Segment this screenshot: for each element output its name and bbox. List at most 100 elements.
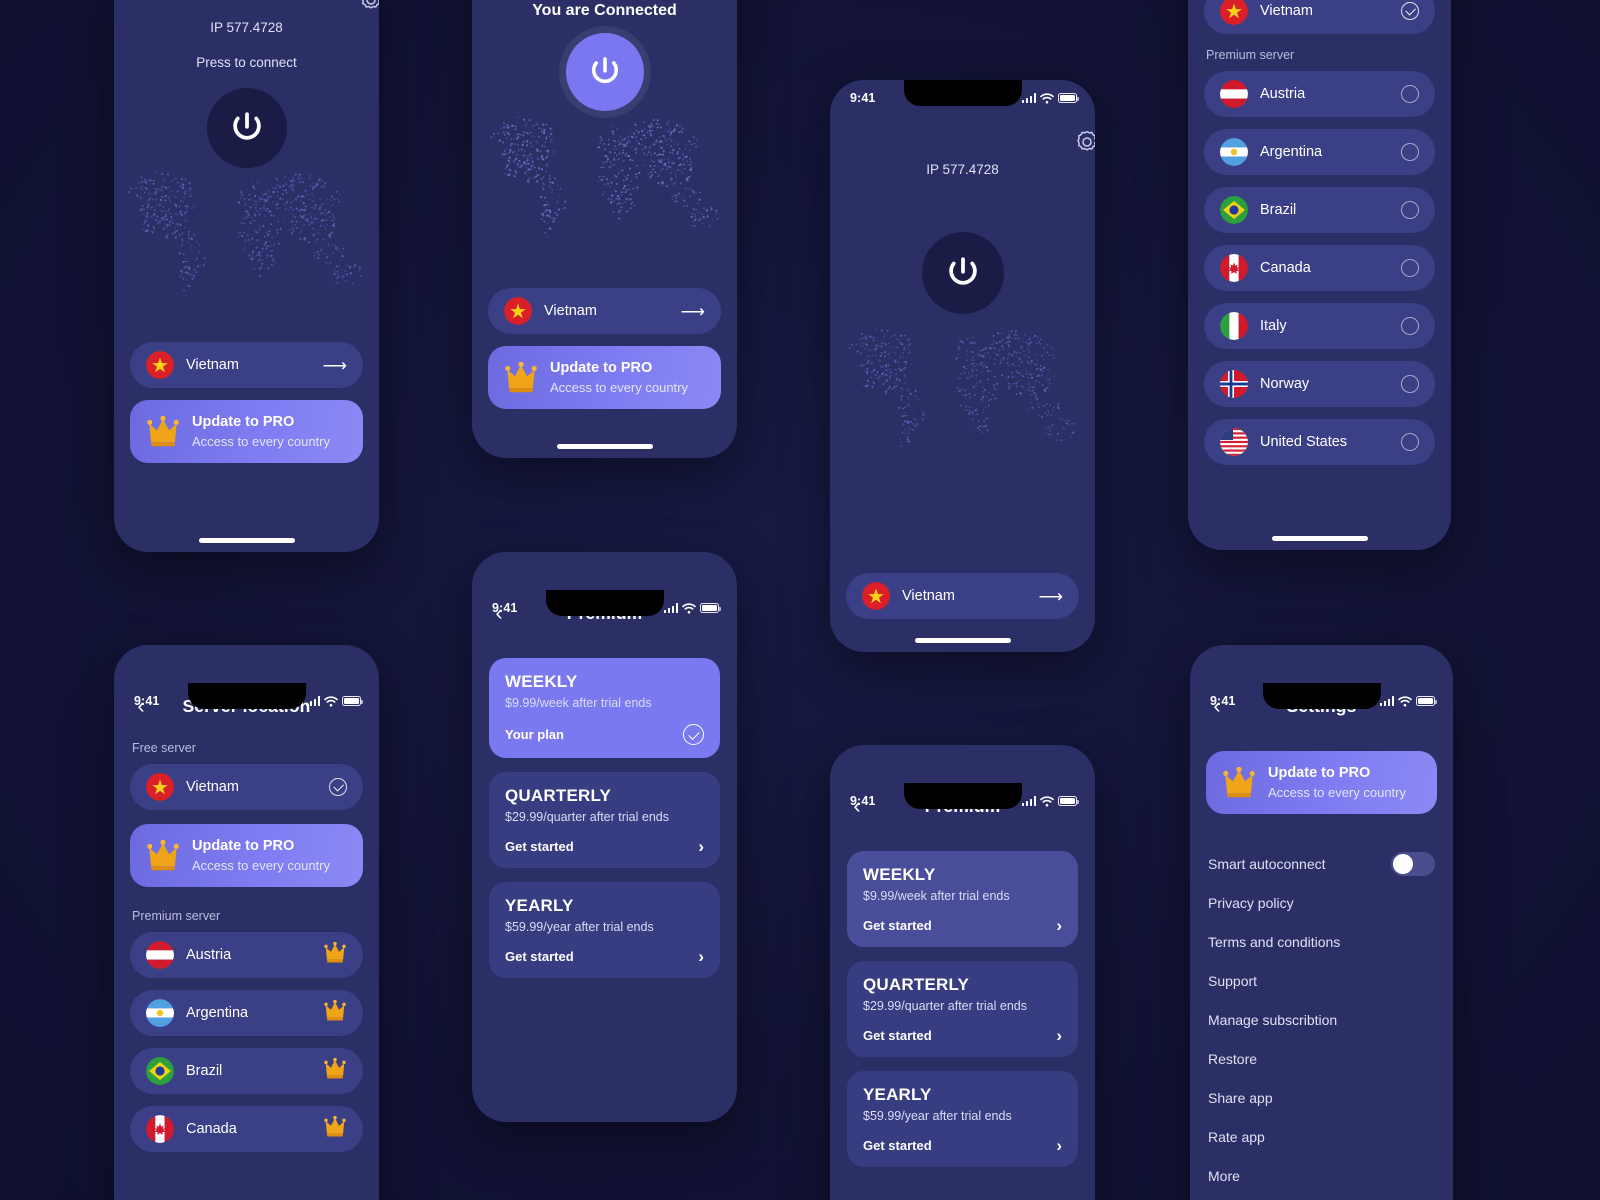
plan-price: $9.99/week after trial ends <box>505 696 652 710</box>
wifi-icon <box>324 695 338 706</box>
update-to-pro-banner[interactable]: Update to PRO Access to every country <box>130 824 363 888</box>
plan-cta[interactable]: Get started <box>863 1138 932 1153</box>
radio-check-icon[interactable] <box>1401 2 1419 20</box>
plan-card-quarterly[interactable]: QUARTERLY $29.99/quarter after trial ends… <box>489 772 720 868</box>
pro-title: Update to PRO <box>550 360 653 376</box>
home-indicator <box>1271 536 1368 541</box>
phone-premium-offers: 9:41 ‹ Premium WEEKLY$9.99/week after tr… <box>830 745 1095 1200</box>
server-row-vietnam[interactable]: Vietnam <box>130 764 363 810</box>
plan-card-yearly[interactable]: YEARLY $59.99/year after trial ends Get st… <box>489 882 720 978</box>
italy-flag-icon <box>1220 312 1248 340</box>
server-row-selected[interactable]: Vietnam <box>1204 0 1435 34</box>
status-time: 9:41 <box>134 694 160 708</box>
status-bar: 9:41 <box>114 683 379 713</box>
settings-item[interactable]: Restore <box>1190 1039 1453 1078</box>
chevron-right-icon: › <box>1056 1026 1062 1045</box>
radio-icon[interactable] <box>1401 201 1419 219</box>
radio-icon[interactable] <box>1401 433 1419 451</box>
plan-card-quarterly[interactable]: QUARTERLY $29.99/quarter after trial ends… <box>847 961 1078 1057</box>
check-circle-icon <box>683 724 704 745</box>
world-map-dots <box>127 171 362 296</box>
radio-icon[interactable] <box>1401 143 1419 161</box>
pro-title: Update to PRO <box>192 838 295 854</box>
server-row[interactable]: Canada <box>1204 245 1435 291</box>
settings-item[interactable]: Manage subscribtion <box>1190 1000 1453 1039</box>
settings-item[interactable]: Support <box>1190 961 1453 1000</box>
server-row[interactable]: Italy <box>1204 303 1435 349</box>
radio-icon[interactable] <box>1401 375 1419 393</box>
server-row[interactable]: Austria <box>1204 71 1435 117</box>
plan-card-yearly[interactable]: YEARLY $59.99/year after trial ends Get st… <box>847 1071 1078 1167</box>
phone-home-idle: 9:41 IP 577.4728 Vietnam ⟶ <box>830 80 1095 652</box>
setting-row-smart-autoconnect[interactable]: Smart autoconnect <box>1190 844 1453 883</box>
current-server-row[interactable]: Vietnam ⟶ <box>846 573 1079 619</box>
settings-list: Privacy policy Terms and conditions Suppor… <box>1190 883 1453 1195</box>
settings-item-label: Manage subscribtion <box>1208 1011 1338 1028</box>
settings-item[interactable]: More <box>1190 1156 1453 1195</box>
battery-icon <box>342 696 363 706</box>
status-time: 9:41 <box>492 601 518 615</box>
free-section-label: Free server <box>132 741 196 755</box>
power-button[interactable] <box>921 232 1004 314</box>
power-button[interactable] <box>565 33 644 111</box>
settings-item-label: Privacy policy <box>1208 894 1294 911</box>
update-to-pro-banner[interactable]: Update to PRO Access to every country <box>488 346 721 410</box>
cellular-signal-icon <box>1021 796 1036 806</box>
radio-icon[interactable] <box>1401 85 1419 103</box>
current-server-row[interactable]: Vietnam ⟶ <box>130 342 363 388</box>
server-name: Brazil <box>186 1063 223 1080</box>
smart-autoconnect-toggle[interactable] <box>1391 851 1435 876</box>
plan-name: WEEKLY <box>505 672 578 691</box>
austria-flag-icon <box>146 941 174 969</box>
vietnam-flag-icon <box>1220 0 1248 25</box>
server-row[interactable]: Brazil <box>130 1048 363 1095</box>
crown-icon <box>505 362 537 393</box>
server-row[interactable]: Austria <box>130 932 363 979</box>
server-row[interactable]: Argentina <box>1204 129 1435 175</box>
server-row[interactable]: United States <box>1204 419 1435 465</box>
server-row[interactable]: Argentina <box>130 990 363 1037</box>
radio-icon[interactable] <box>1401 259 1419 277</box>
update-to-pro-banner[interactable]: Update to PRO Access to every country <box>1206 751 1437 815</box>
current-server-row[interactable]: Vietnam ⟶ <box>488 288 721 334</box>
plan-cta[interactable]: Your plan <box>505 727 564 742</box>
server-row[interactable]: Canada <box>130 1106 363 1153</box>
wifi-icon <box>1040 795 1054 806</box>
canvas: IP 577.4728 Press to connect Vietnam ⟶ U… <box>0 0 1600 1200</box>
phone-home-connected: You are Connected Vietnam ⟶ Update to PR… <box>472 0 737 458</box>
plan-cta[interactable]: Get started <box>863 918 932 933</box>
plan-card-weekly[interactable]: WEEKLY $9.99/week after trial ends Your pl… <box>489 658 720 758</box>
update-to-pro-banner[interactable]: Update to PRO Access to every country <box>130 400 363 464</box>
plan-cta[interactable]: Get started <box>505 949 574 964</box>
settings-item-label: Share app <box>1208 1089 1273 1106</box>
canada-flag-icon <box>1220 254 1248 282</box>
server-name: Canada <box>186 1121 237 1138</box>
plan-card-weekly[interactable]: WEEKLY $9.99/week after trial ends Get sta… <box>847 851 1078 947</box>
settings-item[interactable]: Privacy policy <box>1190 883 1453 922</box>
server-row[interactable]: Norway <box>1204 361 1435 407</box>
plan-price: $29.99/quarter after trial ends <box>505 810 669 824</box>
vietnam-flag-icon <box>504 297 532 325</box>
battery-icon <box>1416 696 1437 706</box>
phone-home-disconnected: IP 577.4728 Press to connect Vietnam ⟶ U… <box>114 0 379 552</box>
crown-icon <box>323 941 347 968</box>
settings-item[interactable]: Share app <box>1190 1078 1453 1117</box>
settings-item[interactable]: Rate app <box>1190 1117 1453 1156</box>
arrow-right-icon: ⟶ <box>322 355 347 375</box>
server-row[interactable]: Brazil <box>1204 187 1435 233</box>
plan-price: $59.99/year after trial ends <box>505 920 654 934</box>
power-icon <box>591 57 618 84</box>
power-icon <box>232 112 261 140</box>
server-name: Austria <box>1260 86 1306 102</box>
radio-icon[interactable] <box>1401 317 1419 335</box>
settings-item[interactable]: Terms and conditions <box>1190 922 1453 961</box>
crown-icon <box>1223 767 1255 798</box>
radio-check-icon[interactable] <box>329 778 347 796</box>
pro-subtitle: Access to every country <box>192 433 330 449</box>
plan-cta[interactable]: Get started <box>505 839 574 854</box>
phone-server-location: 9:41 ‹ Server location Free server <box>114 645 379 1200</box>
plan-cta[interactable]: Get started <box>863 1028 932 1043</box>
power-button[interactable] <box>206 88 287 168</box>
server-name: Argentina <box>186 1005 249 1022</box>
premium-section-label: Premium server <box>132 909 221 924</box>
